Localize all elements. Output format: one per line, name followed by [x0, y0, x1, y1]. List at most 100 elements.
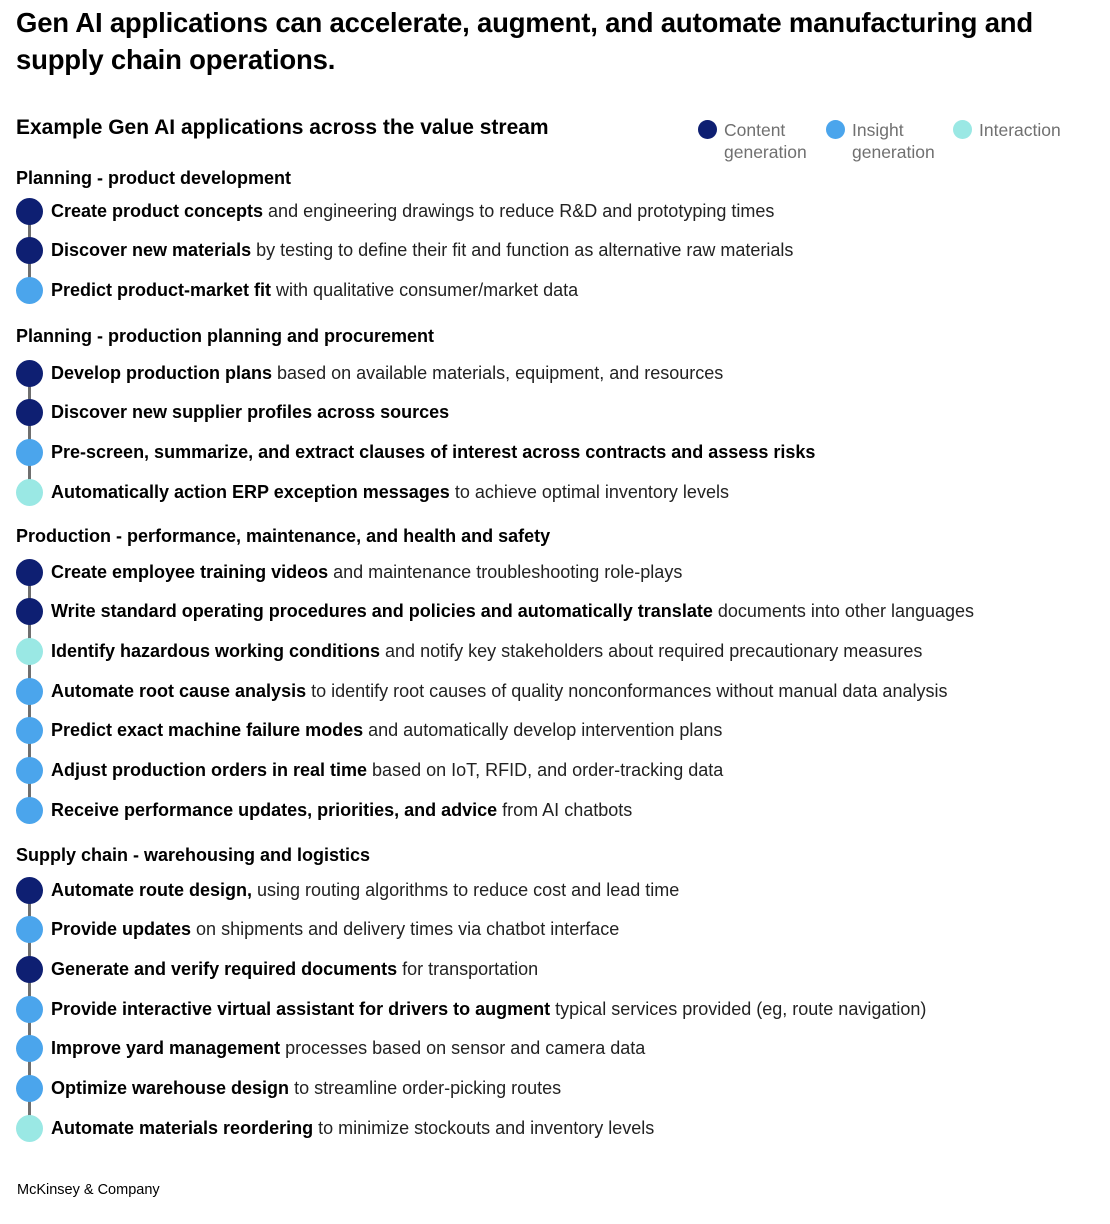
section-title: Planning - production planning and procu…: [16, 326, 434, 346]
content-dot-icon: [16, 359, 43, 387]
item-text: Automate materials reordering to minimiz…: [51, 1118, 654, 1139]
insight-generation-dot-icon: [826, 120, 845, 139]
content-dot-icon: [16, 237, 43, 265]
legend-item-content: Content generation: [698, 119, 807, 163]
list-item: Develop production plans based on availa…: [16, 359, 723, 387]
list-item: Identify hazardous working conditions an…: [16, 637, 922, 665]
item-description: typical services provided (eg, route nav…: [550, 998, 927, 1019]
section-title: Supply chain - warehousing and logistics: [16, 845, 371, 865]
item-description: and automatically develop intervention p…: [363, 720, 723, 741]
insight-dot-icon: [16, 276, 43, 304]
footer-brand: McKinsey & Company: [17, 1182, 160, 1198]
timeline-connector: [28, 373, 31, 493]
item-highlight: Discover new materials: [51, 240, 252, 261]
section-title: Planning - product development: [16, 168, 292, 188]
interaction-dot-icon: [16, 478, 43, 506]
item-highlight: Predict exact machine failure modes: [51, 720, 364, 741]
content-dot-icon: [16, 955, 43, 983]
item-highlight: Adjust production orders in real time: [51, 760, 368, 780]
item-highlight: Provide updates: [51, 919, 192, 940]
list-item: Improve yard management processes based …: [16, 1035, 645, 1063]
item-description: to streamline order-picking routes: [289, 1078, 562, 1098]
list-item: Automate route design, using routing alg…: [16, 876, 679, 904]
item-text: Predict product-market fit with qualitat…: [51, 280, 578, 301]
item-highlight: Automate materials reordering: [51, 1117, 314, 1138]
legend-label: Insight generation: [852, 120, 935, 162]
list-item: Pre-screen, summarize, and extract claus…: [16, 438, 815, 466]
item-description: for transportation: [397, 958, 539, 979]
list-item: Provide updates on shipments and deliver…: [16, 916, 619, 944]
item-description: to achieve optimal inventory levels: [449, 481, 729, 502]
item-text: Automate route design, using routing alg…: [51, 880, 679, 901]
insight-dot-icon: [16, 677, 43, 705]
item-highlight: Provide interactive virtual assistant fo…: [51, 998, 551, 1019]
insight-dot-icon: [16, 438, 43, 466]
list-item: Adjust production orders in real time ba…: [16, 757, 723, 785]
item-description: using routing algorithms to reduce cost …: [252, 879, 680, 900]
legend-item-insight: Insight generation: [826, 119, 935, 163]
list-item: Discover new supplier profiles across so…: [16, 399, 449, 427]
item-description: to minimize stockouts and inventory leve…: [313, 1117, 655, 1138]
item-description: and maintenance troubleshooting role-pla…: [328, 561, 683, 582]
legend-label: Content generation: [724, 120, 807, 162]
list-item: Optimize warehouse design to streamline …: [16, 1075, 561, 1103]
interaction-dot-icon: [16, 637, 43, 665]
item-text: Discover new supplier profiles across so…: [51, 402, 449, 423]
item-description: based on IoT, RFID, and order-tracking d…: [367, 760, 724, 780]
interaction-dot-icon: [16, 1114, 43, 1142]
item-text: Predict exact machine failure modes and …: [51, 720, 722, 741]
list-item: Automatically action ERP exception messa…: [16, 478, 729, 506]
list-item: Create product concepts and engineering …: [16, 197, 774, 225]
content-dot-icon: [16, 197, 43, 225]
item-description: processes based on sensor and camera dat…: [280, 1038, 646, 1059]
item-highlight: Create employee training videos: [51, 561, 329, 582]
item-highlight: Generate and verify required documents: [51, 958, 398, 979]
item-highlight: Pre-screen, summarize, and extract claus…: [51, 441, 816, 462]
item-description: and engineering drawings to reduce R&D a…: [263, 200, 775, 221]
item-highlight: Develop production plans: [51, 362, 273, 383]
item-description: and notify key stakeholders about requir…: [380, 640, 923, 661]
item-description: from AI chatbots: [497, 799, 633, 820]
insight-dot-icon: [16, 717, 43, 745]
insight-dot-icon: [16, 1035, 43, 1063]
item-text: Generate and verify required documents f…: [51, 959, 538, 980]
item-text: Adjust production orders in real time ba…: [51, 760, 723, 781]
subtitle: Example Gen AI applications across the v…: [16, 116, 549, 139]
item-highlight: Automate root cause analysis: [51, 680, 307, 701]
item-text: Discover new materials by testing to def…: [51, 240, 793, 261]
content-dot-icon: [16, 598, 43, 626]
item-highlight: Automate route design,: [51, 879, 253, 900]
item-text: Optimize warehouse design to streamline …: [51, 1078, 561, 1099]
item-text: Provide updates on shipments and deliver…: [51, 919, 619, 940]
item-highlight: Write standard operating procedures and …: [51, 601, 713, 622]
item-highlight: Automatically action ERP exception messa…: [51, 481, 450, 502]
item-description: to identify root causes of quality nonco…: [306, 680, 948, 701]
content-generation-dot-icon: [698, 120, 717, 139]
page-title: Gen AI applications can accelerate, augm…: [16, 7, 1034, 75]
item-text: Automatically action ERP exception messa…: [51, 482, 729, 503]
item-text: Improve yard management processes based …: [51, 1038, 645, 1059]
content-dot-icon: [16, 399, 43, 427]
item-text: Identify hazardous working conditions an…: [51, 641, 922, 662]
item-text: Receive performance updates, priorities,…: [51, 800, 632, 821]
list-item: Create employee training videos and main…: [16, 558, 682, 586]
item-highlight: Optimize warehouse design: [51, 1078, 290, 1098]
item-highlight: Improve yard management: [51, 1038, 281, 1059]
list-item: Discover new materials by testing to def…: [16, 237, 793, 265]
item-highlight: Receive performance updates, priorities,…: [51, 799, 498, 820]
list-item: Predict product-market fit with qualitat…: [16, 276, 578, 304]
item-description: documents into other languages: [712, 601, 975, 622]
content-dot-icon: [16, 558, 43, 586]
item-highlight: Create product concepts: [51, 200, 264, 221]
list-item: Write standard operating procedures and …: [16, 598, 974, 626]
legend-label: Interaction: [979, 120, 1061, 140]
item-description: based on available materials, equipment,…: [272, 362, 724, 383]
item-highlight: Identify hazardous working conditions: [51, 640, 381, 661]
list-item: Generate and verify required documents f…: [16, 955, 538, 983]
section-title: Production - performance, maintenance, a…: [16, 526, 551, 546]
item-description: with qualitative consumer/market data: [271, 279, 579, 300]
list-item: Automate root cause analysis to identify…: [16, 677, 947, 705]
legend-item-interaction: Interaction: [953, 119, 1061, 141]
item-text: Create employee training videos and main…: [51, 562, 682, 583]
item-text: Develop production plans based on availa…: [51, 363, 723, 384]
